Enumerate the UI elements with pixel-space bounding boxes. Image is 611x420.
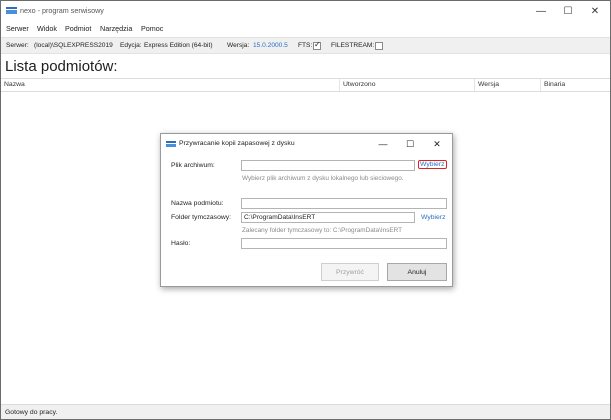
menu-narzedzia[interactable]: Narzędzia — [100, 24, 132, 33]
server-label: Serwer: — [6, 42, 29, 49]
checkmark-icon: ✓ — [314, 40, 321, 49]
version-value: 15.0.2000.5 — [253, 42, 288, 49]
menu-serwer[interactable]: Serwer — [6, 24, 29, 33]
column-nazwa[interactable]: Nazwa — [1, 79, 340, 91]
edition-value: Express Edition (64-bit) — [144, 42, 213, 49]
dialog-close-button[interactable]: ✕ — [424, 135, 450, 153]
cancel-button[interactable]: Anuluj — [387, 263, 447, 281]
minimize-icon: — — [378, 139, 388, 149]
maximize-button[interactable]: ☐ — [554, 1, 582, 21]
status-bar: Gotowy do pracy. — [1, 404, 610, 419]
dialog-maximize-button[interactable]: ☐ — [397, 135, 423, 153]
close-button[interactable]: ✕ — [581, 1, 609, 21]
entity-list-header: Nazwa Utworzono Wersja Binaria — [1, 78, 610, 92]
menu-bar: Serwer Widok Podmiot Narzędzia Pomoc — [1, 22, 610, 36]
main-window: nexo - program serwisowy — ☐ ✕ Serwer Wi… — [0, 0, 611, 420]
minimize-icon: — — [536, 5, 546, 17]
dialog-title: Przywracanie kopii zapasowej z dysku — [179, 140, 295, 147]
archive-browse-button[interactable]: Wybierz — [418, 160, 447, 169]
restore-button[interactable]: Przywróć — [321, 263, 379, 281]
nexo-logo-icon — [6, 7, 17, 14]
close-icon: ✕ — [590, 5, 600, 17]
temp-folder-field[interactable]: C:\ProgramData\InsERT — [241, 212, 415, 223]
column-wersja[interactable]: Wersja — [475, 79, 541, 91]
archive-label: Plik archiwum: — [171, 162, 215, 169]
fts-label: FTS: — [298, 42, 313, 49]
menu-widok[interactable]: Widok — [37, 24, 57, 33]
window-title: nexo - program serwisowy — [20, 6, 104, 15]
page-title: Lista podmiotów: — [5, 58, 118, 75]
temp-folder-label: Folder tymczasowy: — [171, 214, 232, 221]
title-bar: nexo - program serwisowy — ☐ ✕ — [1, 1, 610, 21]
filestream-checkbox[interactable] — [375, 42, 383, 50]
dialog-title-bar: Przywracanie kopii zapasowej z dysku — ☐… — [161, 134, 452, 153]
filestream-label: FILESTREAM: — [331, 42, 375, 49]
edition-label: Edycja: — [120, 42, 142, 49]
status-text: Gotowy do pracy. — [5, 409, 58, 416]
archive-path-field[interactable] — [241, 160, 415, 171]
temp-folder-hint: Zalecany folder tymczasowy to: C:\Progra… — [242, 227, 403, 234]
minimize-button[interactable]: — — [527, 1, 555, 21]
password-field[interactable] — [241, 238, 447, 249]
close-icon: ✕ — [433, 138, 441, 149]
fts-checkbox[interactable]: ✓ — [313, 40, 321, 50]
temp-folder-browse-button[interactable]: Wybierz — [421, 214, 446, 221]
archive-hint: Wybierz plik archiwum z dysku lokalnego … — [242, 175, 404, 182]
version-label: Wersja: — [227, 42, 250, 49]
maximize-icon: ☐ — [563, 5, 573, 17]
column-utworzono[interactable]: Utworzono — [340, 79, 475, 91]
menu-pomoc[interactable]: Pomoc — [141, 24, 163, 33]
password-label: Hasło: — [171, 240, 191, 247]
server-info-bar: Serwer: (local)\SQLEXPRESS2019 Edycja: E… — [1, 37, 610, 54]
menu-podmiot[interactable]: Podmiot — [65, 24, 91, 33]
restore-backup-dialog: Przywracanie kopii zapasowej z dysku — ☐… — [160, 133, 453, 287]
dialog-minimize-button[interactable]: — — [370, 135, 396, 153]
server-value: (local)\SQLEXPRESS2019 — [34, 42, 113, 49]
nexo-logo-icon — [166, 141, 176, 147]
maximize-icon: ☐ — [405, 138, 415, 149]
entity-name-field[interactable] — [241, 198, 447, 209]
column-binaria[interactable]: Binaria — [541, 79, 610, 91]
entity-name-label: Nazwa podmiotu: — [171, 200, 224, 207]
